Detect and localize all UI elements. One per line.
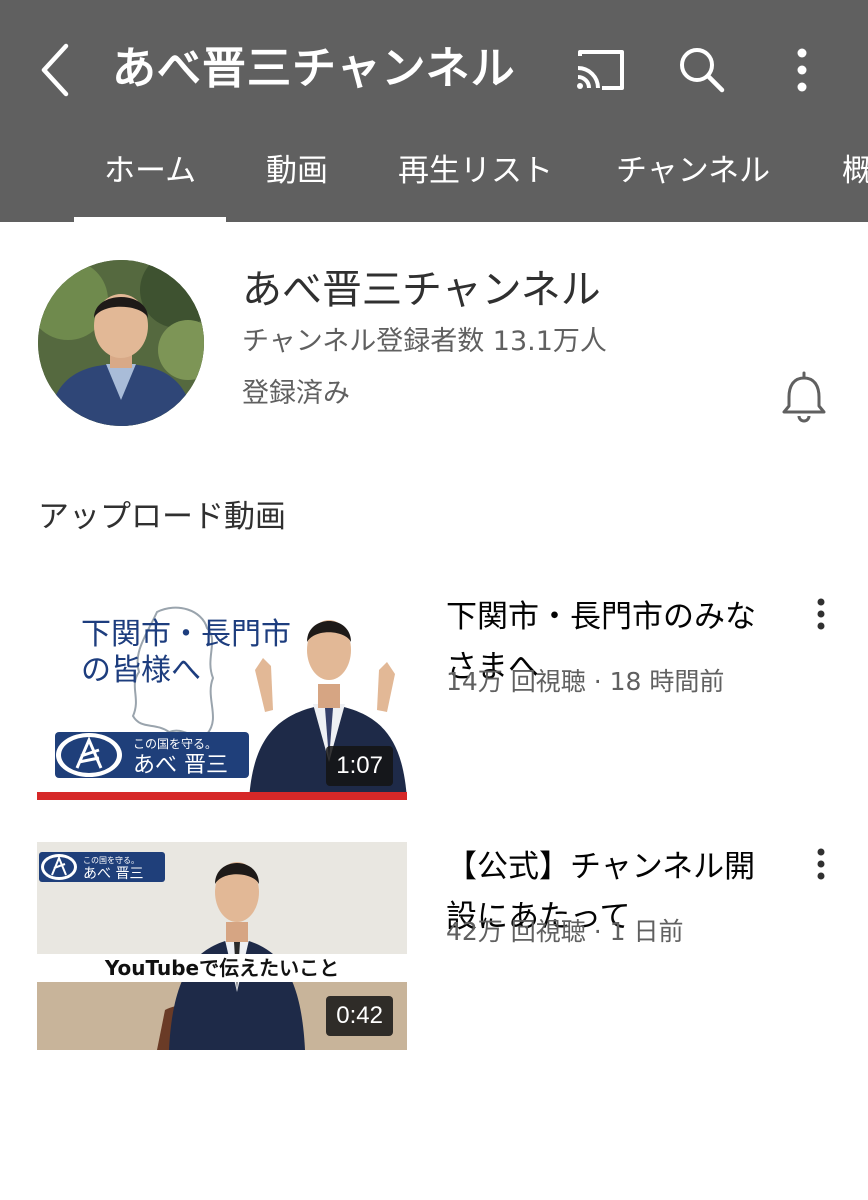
avatar-image: [38, 260, 204, 426]
video-thumbnail[interactable]: YouTubeで伝えたいこと この国を守る。 あべ 晋三 0:42: [37, 842, 407, 1050]
thumbnail-logo-tagline: この国を守る。: [133, 737, 217, 751]
thumbnail-heading-1: 下関市・長門市: [81, 617, 291, 652]
more-vert-icon: [797, 48, 807, 92]
video-more-button[interactable]: [806, 844, 836, 888]
video-duration: 0:42: [326, 996, 393, 1036]
app-bar-title: あべ晋三チャンネル: [112, 43, 516, 94]
back-button[interactable]: [32, 40, 80, 100]
more-vert-icon: [817, 598, 825, 630]
tab-videos[interactable]: 動画: [266, 128, 328, 222]
channel-avatar[interactable]: [38, 260, 204, 426]
chevron-left-icon: [41, 43, 69, 97]
thumbnail-logo-name: あべ 晋三: [83, 866, 143, 882]
video-duration: 1:07: [326, 746, 393, 786]
video-more-button[interactable]: [806, 594, 836, 638]
bell-icon: [782, 371, 826, 423]
subscribed-status[interactable]: 登録済み: [242, 374, 350, 414]
thumbnail-heading-2: の皆様へ: [81, 653, 201, 688]
video-item: 下関市・長門市 の皆様へ この国を守る。 あべ 晋三 1:07 下関市・長門市の…: [0, 592, 868, 804]
thumbnail-logo-tagline: この国を守る。: [83, 855, 139, 865]
tab-home[interactable]: ホーム: [73, 128, 227, 222]
video-meta: 14万 回視聴 · 18 時間前: [446, 667, 725, 696]
video-meta: 42万 回視聴 · 1 日前: [446, 917, 684, 946]
thumbnail-logo-name: あべ 晋三: [133, 753, 228, 778]
app-bar: あべ晋三チャンネル ホーム 動画 再生リスト チャンネル 概: [0, 0, 868, 222]
more-vert-icon: [817, 848, 825, 880]
cast-button[interactable]: [572, 44, 628, 96]
search-button[interactable]: [676, 44, 726, 96]
search-icon: [680, 48, 725, 93]
tab-channels[interactable]: チャンネル: [616, 128, 770, 222]
cast-icon: [577, 50, 624, 90]
video-item: YouTubeで伝えたいこと この国を守る。 あべ 晋三 0:42 【公式】チャ…: [0, 842, 868, 1054]
video-thumbnail[interactable]: 下関市・長門市 の皆様へ この国を守る。 あべ 晋三 1:07: [37, 592, 407, 800]
more-options-button[interactable]: [784, 44, 820, 96]
tab-bar: ホーム 動画 再生リスト チャンネル 概: [0, 128, 868, 222]
tab-playlists[interactable]: 再生リスト: [398, 128, 553, 222]
subscriber-count: チャンネル登録者数 13.1万人: [242, 326, 607, 357]
channel-name: あべ晋三チャンネル: [242, 267, 601, 313]
thumbnail-caption: YouTubeで伝えたいこと: [104, 956, 339, 980]
uploads-section-title: アップロード動画: [38, 499, 286, 535]
tab-about[interactable]: 概: [842, 128, 868, 222]
notification-bell-button[interactable]: [778, 370, 830, 424]
